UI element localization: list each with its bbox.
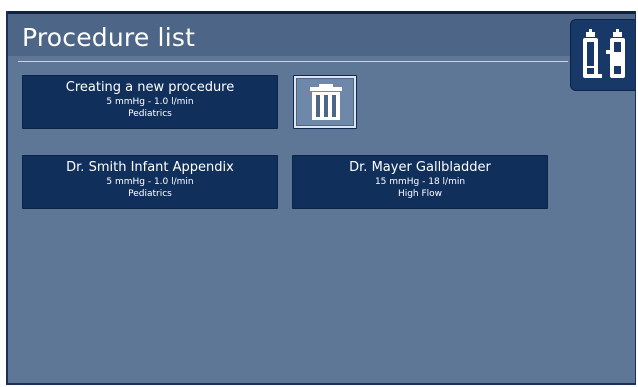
procedure-name: Dr. Mayer Gallbladder xyxy=(349,160,491,175)
procedure-name: Dr. Smith Infant Appendix xyxy=(66,160,234,175)
procedure-button-mayer[interactable]: Dr. Mayer Gallbladder 15 mmHg - 18 l/min… xyxy=(292,155,548,209)
procedure-button-new[interactable]: Creating a new procedure 5 mmHg - 1.0 l/… xyxy=(22,75,278,129)
delete-button[interactable] xyxy=(293,75,357,129)
procedure-button-smith[interactable]: Dr. Smith Infant Appendix 5 mmHg - 1.0 l… xyxy=(22,155,278,209)
trash-icon xyxy=(310,84,342,120)
procedure-mode: Pediatrics xyxy=(128,109,172,119)
page-title: Procedure list xyxy=(22,23,196,52)
header-bar: Procedure list xyxy=(8,11,635,56)
procedure-name: Creating a new procedure xyxy=(65,80,235,95)
procedure-mode: Pediatrics xyxy=(128,189,172,199)
header-divider xyxy=(18,61,568,62)
procedure-pressure-flow: 15 mmHg - 18 l/min xyxy=(374,177,466,187)
procedure-pressure-flow: 5 mmHg - 1.0 l/min xyxy=(106,97,194,107)
procedure-mode: High Flow xyxy=(397,189,443,199)
procedure-pressure-flow: 5 mmHg - 1.0 l/min xyxy=(106,177,194,187)
valve-toggle-icon xyxy=(583,29,625,78)
delete-button-face xyxy=(296,78,354,126)
procedure-list-screen: Procedure list Creating a new procedure … xyxy=(6,11,636,385)
side-tab-button[interactable] xyxy=(570,19,635,91)
